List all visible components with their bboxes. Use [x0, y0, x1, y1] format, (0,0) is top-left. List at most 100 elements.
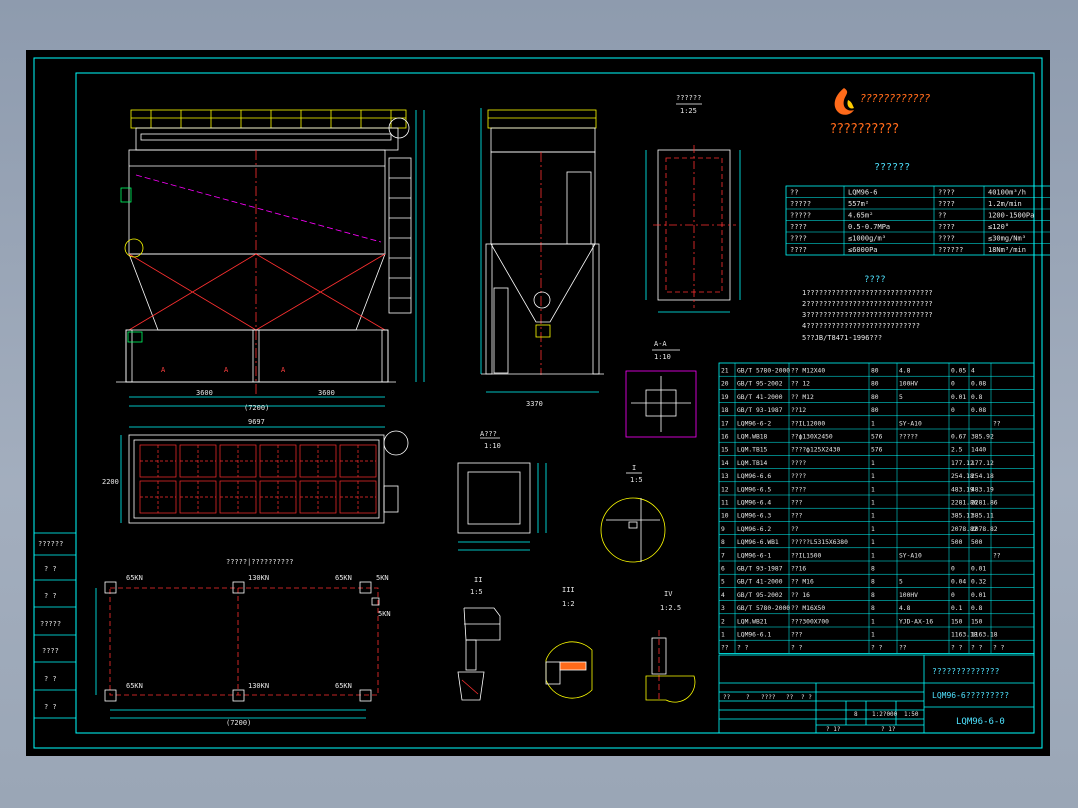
bom-cell: LQM96-6-1 — [737, 552, 771, 559]
scale-b: 1:2?000 — [872, 711, 898, 718]
bom-cell: GB/T 93-1987 — [737, 566, 783, 573]
param-cell: ≤120° — [988, 223, 1009, 231]
bom-cell: ?? — [993, 420, 1001, 427]
bom-cell: 177.12 — [971, 460, 994, 467]
param-cell: ???? — [790, 235, 807, 243]
load-label: 5KN — [378, 610, 391, 618]
bom-cell: ??? — [791, 632, 803, 639]
section-aa — [625, 349, 697, 438]
side-label-column: ?????? ? ? ? ? ????? ???? ? ? ? ? — [33, 532, 77, 719]
bom-cell: 18 — [721, 407, 729, 414]
bom-cell: GB/T 41-2000 — [737, 579, 783, 586]
bom-cell: 0.08 — [971, 381, 986, 388]
note-line: 1?????????????????????????????? — [802, 289, 933, 297]
bom-cell: 7 — [721, 552, 725, 559]
bom-cell: LQM96-6.6 — [737, 473, 771, 480]
bom-cell: 1 — [871, 526, 875, 533]
bom-cell: 4.8 — [899, 605, 911, 612]
dim-7200: (7200) — [226, 719, 251, 727]
bom-cell: 150 — [951, 618, 963, 625]
bom-header-cell: ? ? — [791, 645, 803, 652]
bom-cell: 8 — [871, 579, 875, 586]
bom-cell: 150 — [971, 618, 983, 625]
detail-1-title: I — [632, 464, 636, 472]
bom-cell: 576 — [871, 434, 883, 441]
title-name: LQM96-6????????? — [932, 691, 1009, 700]
bom-cell: 4 — [971, 368, 975, 375]
dim-3600: 3600 — [318, 389, 335, 397]
bom-cell: 1 — [871, 552, 875, 559]
bom-cell: SY-A10 — [899, 420, 922, 427]
bom-cell: 385.92 — [971, 434, 994, 441]
bom-header-cell: ?? — [899, 645, 907, 652]
param-cell: ?????? — [938, 246, 963, 254]
bom-cell: ?? M16X50 — [791, 605, 825, 612]
title-row-label: ? — [746, 694, 750, 701]
bom-cell: ??? — [791, 500, 803, 507]
bom-cell: 1 — [871, 500, 875, 507]
bom-cell: 1 — [871, 513, 875, 520]
bom-cell: 0 — [951, 566, 955, 573]
bom-cell: GB/T 5780-2000 — [737, 605, 790, 612]
bom-header-cell: ? ? — [871, 645, 883, 652]
arrow-a: A — [161, 366, 166, 374]
bom-cell: GB/T 5780-2000 — [737, 368, 790, 375]
foundation-plan — [95, 581, 380, 719]
param-cell: 1200-1500Pa — [988, 212, 1034, 220]
bom-header-cell: ? ? — [971, 645, 983, 652]
bom-cell: ??? — [791, 513, 803, 520]
detail-4 — [645, 630, 696, 703]
bom-cell: ?? — [791, 526, 799, 533]
param-cell: LQM96-6 — [848, 189, 878, 197]
note-line: 2?????????????????????????????? — [802, 300, 933, 308]
bom-cell: 80 — [871, 381, 879, 388]
load-label: 65KN — [335, 574, 352, 582]
bom-cell: ??12 — [791, 407, 806, 414]
param-cell: ???? — [790, 223, 807, 231]
dim-3370: 3370 — [526, 400, 543, 408]
bom-cell: LQM96-6.4 — [737, 500, 771, 507]
bom-cell: 0.8 — [971, 605, 983, 612]
bom-cell: ??IL1500 — [791, 552, 822, 559]
bom-cell: LQM96-6.3 — [737, 513, 771, 520]
bom-cell: LQM.TB15 — [737, 447, 768, 454]
bom-cell: 20 — [721, 381, 729, 388]
title-company: ?????????????? — [932, 667, 1000, 676]
bom-cell: LQM.TB14 — [737, 460, 768, 467]
bom-cell: 0.01 — [971, 592, 986, 599]
bom-cell: 80 — [871, 394, 879, 401]
param-cell: ?? — [938, 212, 946, 220]
bom-cell: 17 — [721, 420, 729, 427]
bom-cell: ?? M16 — [791, 579, 814, 586]
bom-cell: 80 — [871, 407, 879, 414]
param-cell: ????? — [790, 200, 811, 208]
bom-cell: 21 — [721, 368, 729, 375]
bom-cell: 500 — [951, 539, 963, 546]
bom-cell: 8 — [871, 592, 875, 599]
title-row-label: ?? — [723, 694, 731, 701]
bom-cell: 0.32 — [971, 579, 986, 586]
bom-header-cell: ? ? — [951, 645, 963, 652]
title-row-label: ???? — [761, 694, 776, 701]
detail-top-scale: 1:25 — [680, 107, 697, 115]
side-label: ????? — [40, 620, 61, 628]
bom-cell: ?? 12 — [791, 381, 810, 388]
view-a-title: A??? — [480, 430, 497, 438]
param-cell: ≤6000Pa — [848, 246, 878, 254]
bom-cell: 483.19 — [971, 486, 994, 493]
plan-view — [120, 426, 409, 524]
bom-cell: GB/T 95-2002 — [737, 381, 783, 388]
params-title: ?????? — [874, 162, 910, 173]
bom-cell: 1 — [871, 632, 875, 639]
bom-cell: 0.67 — [951, 434, 966, 441]
bom-cell: 1 — [871, 539, 875, 546]
bom-cell: SY-A10 — [899, 552, 922, 559]
bom-cell: 100HV — [899, 592, 918, 599]
side-label: ? ? — [44, 675, 57, 683]
bom-cell: 1440 — [971, 447, 986, 454]
bom-cell: 3 — [721, 605, 725, 612]
param-cell: ????? — [790, 212, 811, 220]
view-a — [457, 437, 547, 551]
bom-cell: LQM.WB21 — [737, 618, 768, 625]
dim-9697: 9697 — [248, 418, 265, 426]
